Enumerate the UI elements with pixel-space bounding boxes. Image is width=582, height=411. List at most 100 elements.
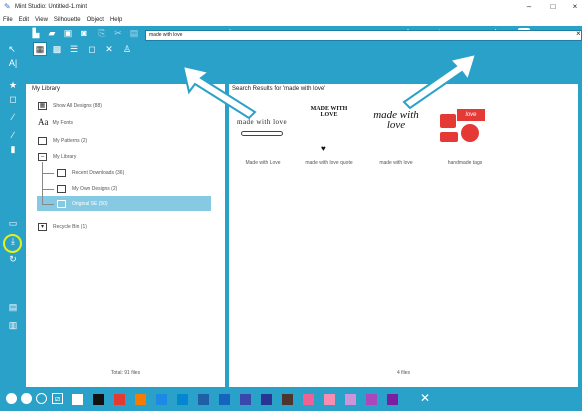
minimize-button[interactable]: –: [520, 0, 538, 14]
color-swatch[interactable]: [114, 394, 125, 405]
tree-connector: [42, 162, 43, 204]
cut-icon[interactable]: ✂: [112, 26, 124, 40]
folder-open-icon: –: [38, 153, 47, 161]
toolbar-row-library: ↖ ▦ ▩ ☰ ◻ ✕ ♙: [0, 40, 582, 58]
eraser-icon[interactable]: ▮: [7, 144, 19, 155]
delete-icon[interactable]: ✕: [102, 42, 116, 56]
folder-icon: [57, 200, 66, 208]
maximize-button[interactable]: □: [544, 0, 562, 14]
pen-tool-icon[interactable]: ∕: [7, 130, 19, 140]
library-search-input[interactable]: made with love: [145, 30, 582, 41]
folder-icon: [57, 185, 66, 193]
tag-shape: [440, 114, 456, 128]
panel-frame-top: [26, 58, 582, 84]
color-swatch[interactable]: [345, 394, 356, 405]
color-swatch[interactable]: [366, 394, 377, 405]
color-swatch[interactable]: [324, 394, 335, 405]
library-item-fonts[interactable]: Aa My Fonts: [38, 118, 73, 128]
fill-white-icon[interactable]: [6, 393, 17, 404]
annotation-arrow-search: [181, 64, 257, 120]
library-item-label: My Fonts: [52, 120, 74, 126]
star-shape-icon[interactable]: ★: [7, 80, 19, 91]
library-item-original-se[interactable]: Original SE (50): [57, 199, 108, 209]
search-clear-icon[interactable]: ×: [576, 29, 581, 38]
result-name: handmade tags: [447, 160, 483, 166]
library-item-label: My Own Designs (2): [72, 186, 118, 192]
highlight-circle: [3, 234, 22, 253]
rolling-pin-shape: [241, 131, 283, 136]
open-folder-icon[interactable]: ▰: [46, 26, 58, 40]
tag-shape: [440, 132, 458, 142]
round-tag-shape: [461, 124, 479, 142]
panel-layout-icon[interactable]: ▤: [7, 302, 19, 313]
library-item-label: Original SE (50): [72, 201, 108, 207]
color-swatch[interactable]: [135, 394, 146, 405]
color-swatch[interactable]: [303, 394, 314, 405]
folder-icon: [38, 137, 47, 145]
select-arrow-icon[interactable]: ↖: [6, 40, 18, 58]
color-swatch[interactable]: [72, 394, 83, 405]
menu-view[interactable]: View: [35, 17, 48, 23]
library-item-label: My Patterns (2): [53, 138, 88, 144]
menu-edit[interactable]: Edit: [19, 17, 29, 23]
left-toolbar: A| ★ ◻ ∕ ∕ ▮ ▭ ⤓ ↻ ▤ ▥: [0, 58, 26, 387]
library-total-files: Total: 91 files: [110, 370, 141, 376]
design-thumbnail: MADE WITH LOVE ♥: [299, 104, 359, 154]
color-swatch[interactable]: [93, 394, 104, 405]
library-item-recycle-bin[interactable]: ▾ Recycle Bin (1): [38, 222, 87, 232]
designs-icon: ▦: [38, 102, 47, 110]
icon-view-icon[interactable]: ▦: [33, 42, 47, 56]
fill-solid-icon[interactable]: [21, 393, 32, 404]
result-name: made with love: [379, 160, 413, 166]
menu-bar: File Edit View Silhouette Object Help: [0, 14, 582, 26]
tree-connector: [42, 204, 54, 205]
account-icon[interactable]: ♙: [120, 42, 134, 56]
library-item-recent-downloads[interactable]: Recent Downloads (36): [57, 168, 124, 178]
trash-icon: ▾: [38, 223, 47, 231]
close-window-button[interactable]: ×: [566, 0, 582, 14]
color-swatch[interactable]: [240, 394, 251, 405]
panel-split-icon[interactable]: ▥: [7, 320, 19, 331]
rectangle-tool-icon[interactable]: ◻: [7, 94, 19, 105]
thumbnail-art-text: MADE WITH LOVE: [310, 106, 348, 118]
save-icon[interactable]: ◙: [78, 26, 90, 40]
new-folder-icon[interactable]: ◻: [85, 42, 99, 56]
folder-icon: [57, 169, 66, 177]
library-item-patterns[interactable]: My Patterns (2): [38, 136, 87, 146]
result-name: Made with Love: [245, 160, 281, 166]
color-swatch[interactable]: [387, 394, 398, 405]
list-view-icon[interactable]: ☰: [67, 42, 81, 56]
fill-none-icon[interactable]: [36, 393, 47, 404]
menu-help[interactable]: Help: [110, 17, 122, 23]
new-document-icon[interactable]: ▙: [30, 26, 42, 40]
page-setup-icon[interactable]: ▭: [7, 218, 19, 229]
grid-view-icon[interactable]: ▩: [50, 42, 64, 56]
copy-icon[interactable]: ⎘: [96, 26, 108, 40]
library-item-my-library[interactable]: – My Library: [38, 152, 76, 162]
no-color-icon[interactable]: ⧄: [52, 393, 63, 404]
text-tool-side-icon[interactable]: A|: [7, 58, 19, 68]
menu-object[interactable]: Object: [87, 17, 104, 23]
color-swatch[interactable]: [156, 394, 167, 405]
color-swatch[interactable]: [219, 394, 230, 405]
results-total-files: 4 files: [396, 370, 411, 376]
clear-color-icon[interactable]: ✕: [420, 391, 430, 405]
library-item-label: Recent Downloads (36): [72, 170, 125, 176]
panel-divider[interactable]: [225, 84, 229, 387]
paste-icon[interactable]: ▤: [128, 26, 140, 40]
open-library-icon[interactable]: ▣: [62, 26, 74, 40]
annotation-arrow-result: [402, 52, 478, 110]
color-swatch[interactable]: [177, 394, 188, 405]
title-bar: ✎ Mint Studio: Untitled-1.mint – □ ×: [0, 0, 582, 14]
color-swatch[interactable]: [282, 394, 293, 405]
library-item-own-designs[interactable]: My Own Designs (2): [57, 184, 117, 194]
color-swatch[interactable]: [198, 394, 209, 405]
library-item-show-all[interactable]: ▦ Show All Designs (88): [38, 101, 102, 111]
color-swatch[interactable]: [261, 394, 272, 405]
library-panel: [26, 84, 225, 387]
result-item[interactable]: MADE WITH LOVE ♥ made with love quote: [299, 104, 359, 166]
menu-file[interactable]: File: [3, 17, 13, 23]
line-tool-icon[interactable]: ∕: [7, 112, 19, 122]
cloud-sync-icon[interactable]: ↻: [7, 254, 19, 265]
menu-silhouette[interactable]: Silhouette: [54, 17, 81, 23]
